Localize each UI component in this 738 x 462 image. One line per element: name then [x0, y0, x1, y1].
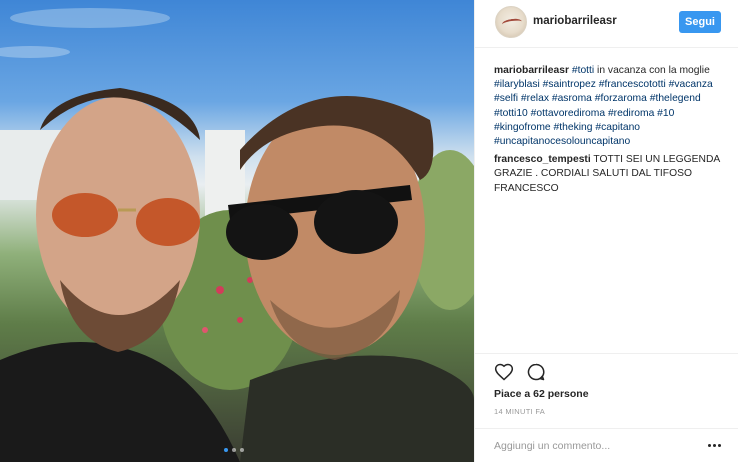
hashtag-link[interactable]: #kingofrome [494, 122, 551, 133]
hashtag-link[interactable]: #relax [521, 93, 549, 104]
carousel-dot [240, 448, 244, 452]
hashtag-link[interactable]: #thelegend [650, 93, 701, 104]
hashtag-link[interactable]: #10 [657, 108, 674, 119]
hashtag-link[interactable]: #francescototti [599, 79, 666, 90]
author-username[interactable]: mariobarrileasr [533, 15, 617, 27]
caption-text: #totti in vacanza con la moglie #ilarybl… [494, 65, 713, 147]
hashtag-link[interactable]: #ottavorediroma [531, 108, 605, 119]
post-timestamp: 14 MINUTI FA [494, 407, 546, 416]
carousel-dot [232, 448, 236, 452]
caption-author[interactable]: mariobarrileasr [494, 65, 569, 76]
hashtag-link[interactable]: #ilaryblasi [494, 79, 540, 90]
carousel-dot [224, 448, 228, 452]
comment-icon[interactable] [526, 362, 546, 382]
hashtag-link[interactable]: #vacanza [669, 79, 713, 90]
post-photo[interactable] [0, 0, 474, 462]
photo-illustration [0, 8, 474, 462]
add-comment-bar [475, 428, 738, 462]
caption: mariobarrileasr #totti in vacanza con la… [494, 64, 726, 149]
more-options-icon[interactable] [708, 438, 722, 452]
hashtag-link[interactable]: #saintropez [543, 79, 596, 90]
heart-icon[interactable] [494, 362, 514, 382]
hashtag-link[interactable]: #asroma [552, 93, 592, 104]
likes-count[interactable]: Piace a 62 persone [494, 388, 589, 400]
comments-section: mariobarrileasr #totti in vacanza con la… [494, 64, 726, 200]
comment-author[interactable]: francesco_tempesti [494, 154, 591, 165]
follow-button[interactable]: Segui [679, 11, 721, 33]
hashtag-link[interactable]: #selfi [494, 93, 518, 104]
add-comment-input[interactable] [494, 438, 684, 454]
hashtag-link[interactable]: #totti10 [494, 108, 528, 119]
post-header: mariobarrileasr Segui [475, 0, 738, 48]
avatar[interactable] [495, 6, 527, 38]
hashtag-link[interactable]: #uncapitanocesolouncapitano [494, 136, 630, 147]
hashtag-link[interactable]: #rediroma [608, 108, 654, 119]
post-details-panel: mariobarrileasr Segui mariobarrileasr #t… [474, 0, 738, 462]
caption-fragment: in vacanza con la moglie [594, 65, 710, 76]
post-actions: Piace a 62 persone 14 MINUTI FA [475, 353, 738, 416]
hashtag-link[interactable]: #theking [554, 122, 593, 133]
hashtag-link[interactable]: #capitano [595, 122, 640, 133]
carousel-indicator [224, 448, 244, 452]
hashtag-link[interactable]: #forzaroma [595, 93, 647, 104]
hashtag-link[interactable]: #totti [572, 65, 594, 76]
comment-item: francesco_tempesti TOTTI SEI UN LEGGENDA… [494, 153, 726, 196]
